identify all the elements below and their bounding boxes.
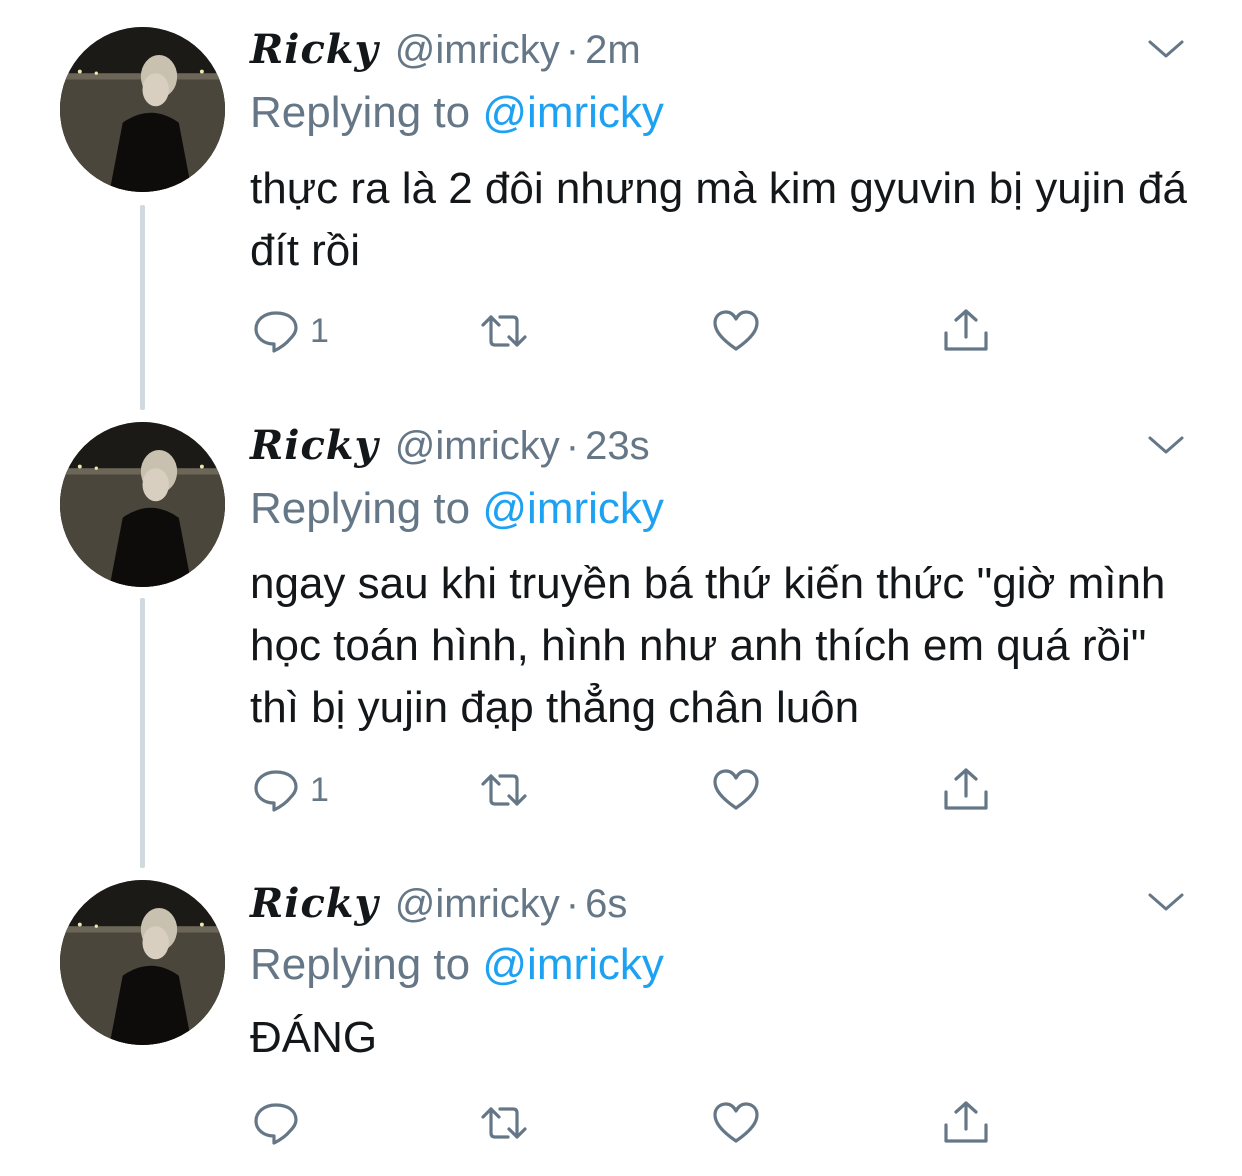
replying-to-label: Replying to	[250, 940, 471, 989]
chevron-down-icon[interactable]	[1146, 34, 1186, 64]
share-button[interactable]	[940, 1093, 992, 1153]
timestamp[interactable]: 6s	[585, 882, 627, 927]
tweet-header: Ricky @imricky · 23s	[250, 422, 650, 472]
avatar-photo	[60, 27, 225, 192]
heart-icon	[713, 769, 759, 810]
display-name[interactable]: Ricky	[250, 26, 379, 73]
separator-dot: ·	[565, 424, 580, 468]
avatar[interactable]	[60, 27, 225, 192]
user-handle[interactable]: @imricky	[395, 424, 560, 469]
share-upload-icon	[944, 1101, 988, 1143]
retweet-button[interactable]	[478, 1093, 530, 1153]
chevron-down-icon[interactable]	[1146, 430, 1186, 460]
like-button[interactable]	[710, 1093, 762, 1153]
replying-to: Replying to @imricky	[250, 940, 664, 990]
share-upload-icon	[944, 768, 988, 810]
share-upload-icon	[944, 309, 988, 351]
tweet-text: ĐÁNG	[250, 1013, 378, 1062]
tweet-thread: Ricky @imricky · 2m Replying to @imricky…	[0, 0, 1242, 1176]
retweet-button[interactable]	[478, 760, 530, 820]
user-handle[interactable]: @imricky	[395, 882, 560, 927]
tweet-text: thực ra là 2 đôi nhưng mà kim gyuvin bị …	[250, 164, 1187, 275]
heart-icon	[713, 310, 759, 351]
retweet-arrows-icon	[481, 774, 527, 806]
avatar[interactable]	[60, 422, 225, 587]
retweet-button[interactable]	[478, 301, 530, 361]
speech-bubble-icon	[254, 770, 298, 812]
reply-count: 1	[310, 770, 329, 809]
retweet-arrows-icon	[481, 1107, 527, 1139]
tweet[interactable]: Ricky @imricky · 6s Replying to @imricky…	[0, 860, 1242, 1176]
replying-to: Replying to @imricky	[250, 88, 664, 138]
display-name[interactable]: Ricky	[250, 422, 379, 469]
separator-dot: ·	[565, 28, 580, 72]
timestamp[interactable]: 23s	[585, 424, 650, 469]
user-handle[interactable]: @imricky	[395, 28, 560, 73]
separator-dot: ·	[565, 882, 580, 926]
tweet[interactable]: Ricky @imricky · 2m Replying to @imricky…	[0, 0, 1242, 400]
like-button[interactable]	[710, 760, 762, 820]
chevron-down-icon[interactable]	[1146, 887, 1186, 917]
reply-count: 1	[310, 311, 329, 350]
replying-to: Replying to @imricky	[250, 484, 664, 534]
share-button[interactable]	[940, 760, 992, 820]
tweet-header: Ricky @imricky · 2m	[250, 26, 641, 76]
tweet-actions: 1	[250, 301, 1010, 361]
retweet-arrows-icon	[481, 315, 527, 347]
share-button[interactable]	[940, 301, 992, 361]
avatar-photo	[60, 880, 225, 1045]
reply-button[interactable]	[250, 1093, 310, 1153]
tweet-header: Ricky @imricky · 6s	[250, 880, 627, 930]
tweet[interactable]: Ricky @imricky · 23s Replying to @imrick…	[0, 400, 1242, 860]
avatar-photo	[60, 422, 225, 587]
reply-button[interactable]: 1	[250, 301, 329, 361]
tweet-actions	[250, 1093, 1010, 1153]
replying-to-handle[interactable]: @imricky	[482, 940, 664, 989]
replying-to-label: Replying to	[250, 484, 471, 533]
replying-to-label: Replying to	[250, 88, 471, 137]
replying-to-handle[interactable]: @imricky	[482, 88, 664, 137]
speech-bubble-icon	[254, 311, 298, 353]
replying-to-handle[interactable]: @imricky	[482, 484, 664, 533]
tweet-actions: 1	[250, 760, 1010, 820]
heart-icon	[713, 1102, 759, 1143]
timestamp[interactable]: 2m	[585, 28, 641, 73]
display-name[interactable]: Ricky	[250, 880, 379, 927]
avatar[interactable]	[60, 880, 225, 1045]
like-button[interactable]	[710, 301, 762, 361]
tweet-text: ngay sau khi truyền bá thứ kiến thức "gi…	[250, 559, 1166, 732]
speech-bubble-icon	[254, 1103, 298, 1145]
reply-button[interactable]: 1	[250, 760, 329, 820]
